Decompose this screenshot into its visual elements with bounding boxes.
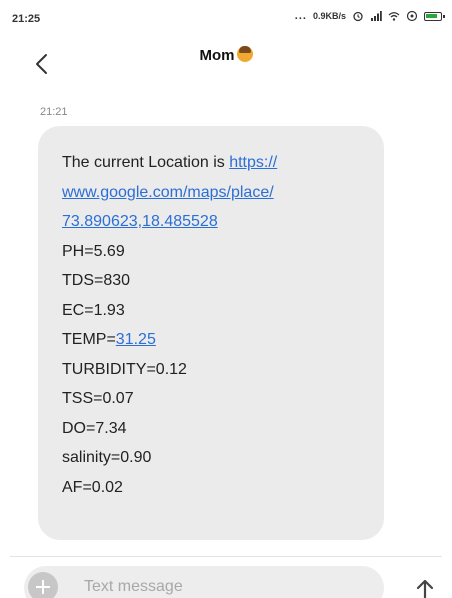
ec-reading: EC=1.93 (62, 301, 125, 319)
text-message-input[interactable] (84, 574, 364, 598)
network-speed: 0.9KB/s (312, 11, 346, 21)
temp-reading: TEMP=31.25 (62, 325, 360, 355)
send-arrow-icon[interactable] (410, 574, 440, 598)
map-link-line-3: 73.890623,18.485528 (62, 207, 360, 237)
composer-bar (24, 566, 384, 598)
turbidity-reading: TURBIDITY=0.12 (62, 360, 187, 378)
wifi-icon (388, 12, 400, 21)
message-timestamp: 21:21 (40, 106, 68, 118)
status-dots: ... (294, 10, 307, 22)
messaging-screen: 21:25 ... 0.9KB/s Mom 21:21 The current … (0, 0, 452, 598)
temp-value-link[interactable]: 31.25 (116, 331, 156, 348)
do-reading: DO=7.34 (62, 419, 127, 437)
map-link-part-1[interactable]: https:// (229, 154, 277, 171)
add-attachment-button[interactable] (28, 572, 58, 598)
status-icons: ... 0.9KB/s (294, 10, 445, 22)
af-reading: AF=0.02 (62, 478, 123, 496)
status-bar: 21:25 ... 0.9KB/s (0, 0, 452, 38)
hotspot-icon (406, 10, 418, 22)
status-time: 21:25 (12, 13, 41, 25)
signal-icon (371, 11, 382, 21)
message-bubble[interactable]: The current Location is https:// www.goo… (38, 126, 384, 540)
location-line: The current Location is https:// (62, 148, 360, 178)
tss-reading: TSS=0.07 (62, 390, 134, 407)
composer-divider (10, 556, 442, 557)
person-emoji-icon (236, 46, 253, 62)
conversation-header: Mom (0, 38, 452, 88)
map-link-part-3[interactable]: 73.890623,18.485528 (62, 213, 218, 230)
map-link-line-2: www.google.com/maps/place/ (62, 178, 360, 208)
battery-icon (424, 11, 445, 21)
ph-reading: PH=5.69 (62, 242, 125, 260)
tds-reading: TDS=830 (62, 272, 131, 289)
map-link-part-2[interactable]: www.google.com/maps/place/ (62, 184, 274, 201)
contact-name-text: Mom (199, 47, 235, 64)
temp-prefix: TEMP= (62, 331, 116, 348)
contact-name[interactable]: Mom (0, 46, 452, 64)
alarm-icon (353, 11, 363, 22)
location-prefix: The current Location is (62, 154, 230, 171)
salinity-reading: salinity=0.90 (62, 449, 152, 466)
